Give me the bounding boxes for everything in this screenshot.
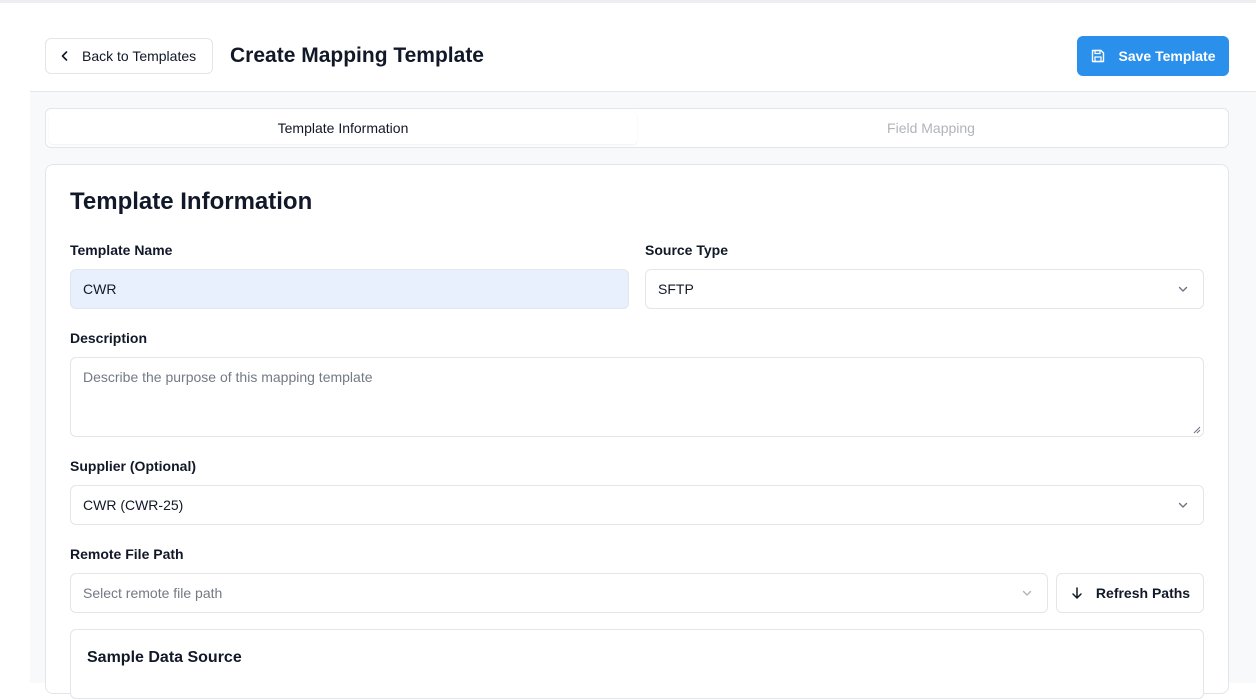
source-type-select[interactable]: SFTP [645, 269, 1204, 309]
source-type-value: SFTP [658, 281, 694, 297]
supplier-value: CWR (CWR-25) [83, 497, 184, 513]
chevron-down-icon [1178, 286, 1188, 292]
chevron-down-icon [1178, 502, 1188, 508]
refresh-button-label: Refresh Paths [1095, 585, 1191, 601]
template-name-input[interactable]: CWR [70, 269, 629, 309]
tab-label: Field Mapping [887, 120, 975, 136]
tab-template-information[interactable]: Template Information [49, 112, 637, 144]
page-title: Create Mapping Template [230, 44, 484, 67]
refresh-paths-button[interactable]: Refresh Paths [1056, 573, 1204, 613]
tab-field-mapping[interactable]: Field Mapping [637, 112, 1225, 144]
save-icon [1092, 49, 1105, 63]
section-title: Template Information [70, 188, 313, 215]
arrow-down-icon [1072, 587, 1082, 599]
supplier-label: Supplier (Optional) [70, 458, 196, 474]
description-placeholder: Describe the purpose of this mapping tem… [83, 369, 373, 385]
description-textarea[interactable]: Describe the purpose of this mapping tem… [70, 357, 1204, 437]
back-to-templates-button[interactable]: Back to Templates [45, 38, 213, 74]
chevron-down-icon [1022, 590, 1032, 596]
tab-label: Template Information [277, 120, 409, 136]
chevron-left-icon [61, 51, 68, 61]
tab-bar: Template Information Field Mapping [45, 108, 1229, 148]
sample-data-title: Sample Data Source [87, 649, 242, 666]
remote-path-label: Remote File Path [70, 546, 184, 562]
remote-path-placeholder: Select remote file path [83, 585, 223, 601]
resize-handle-icon[interactable] [1192, 425, 1201, 434]
back-button-label: Back to Templates [82, 48, 197, 64]
template-name-value: CWR [83, 281, 117, 297]
template-name-label: Template Name [70, 242, 173, 258]
source-type-label: Source Type [645, 242, 728, 258]
supplier-select[interactable]: CWR (CWR-25) [70, 485, 1204, 525]
description-label: Description [70, 330, 148, 346]
save-template-button[interactable]: Save Template [1077, 36, 1229, 76]
save-button-label: Save Template [1118, 48, 1216, 64]
remote-path-select[interactable]: Select remote file path [70, 573, 1048, 613]
